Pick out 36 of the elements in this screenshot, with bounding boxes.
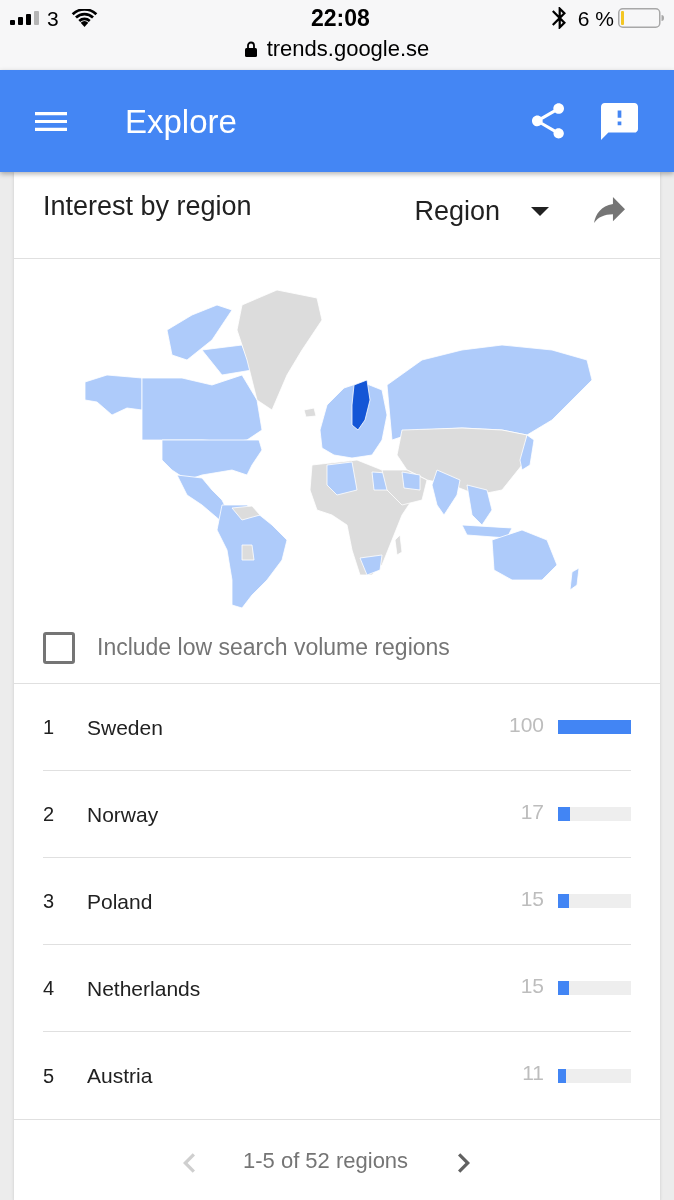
rank-number: 3 [43, 891, 56, 911]
card-title: Interest by region [43, 193, 252, 220]
battery-icon [618, 8, 664, 28]
pagination-text: 1-5 of 52 regions [243, 1150, 409, 1172]
interest-value: 100 [508, 713, 544, 735]
chevron-right-icon[interactable] [458, 1153, 471, 1173]
rank-number: 5 [43, 1065, 56, 1086]
rank-number: 1 [43, 717, 56, 737]
menu-icon[interactable] [35, 111, 67, 131]
region-name[interactable]: Sweden [87, 716, 163, 738]
interest-value: 17 [520, 800, 544, 822]
curved-arrow-icon[interactable] [594, 197, 625, 223]
carrier-label: 3 [47, 7, 59, 29]
rank-number: 4 [43, 978, 56, 998]
url-text[interactable]: trends.google.se [266, 38, 430, 60]
lock-icon [244, 41, 257, 57]
interest-value: 15 [520, 974, 544, 996]
signal-icon [10, 11, 39, 25]
region-name[interactable]: Poland [87, 890, 153, 912]
rank-number: 2 [43, 804, 56, 824]
region-name[interactable]: Netherlands [87, 977, 201, 999]
low-volume-checkbox[interactable] [43, 632, 75, 664]
low-volume-label: Include low search volume regions [97, 636, 450, 659]
page-title: Explore [125, 104, 237, 138]
battery-percent: 6 % [577, 7, 614, 29]
interest-value: 15 [520, 887, 544, 909]
bluetooth-icon [551, 7, 566, 29]
caret-icon [531, 207, 549, 216]
region-dropdown[interactable]: Region [414, 198, 549, 225]
region-name[interactable]: Austria [87, 1065, 153, 1086]
interest-value: 11 [522, 1062, 544, 1083]
wifi-icon [70, 9, 98, 27]
region-name[interactable]: Norway [87, 803, 159, 825]
share-icon[interactable] [532, 103, 564, 139]
feedback-icon[interactable] [601, 102, 638, 140]
clock-time: 22:08 [311, 6, 370, 30]
